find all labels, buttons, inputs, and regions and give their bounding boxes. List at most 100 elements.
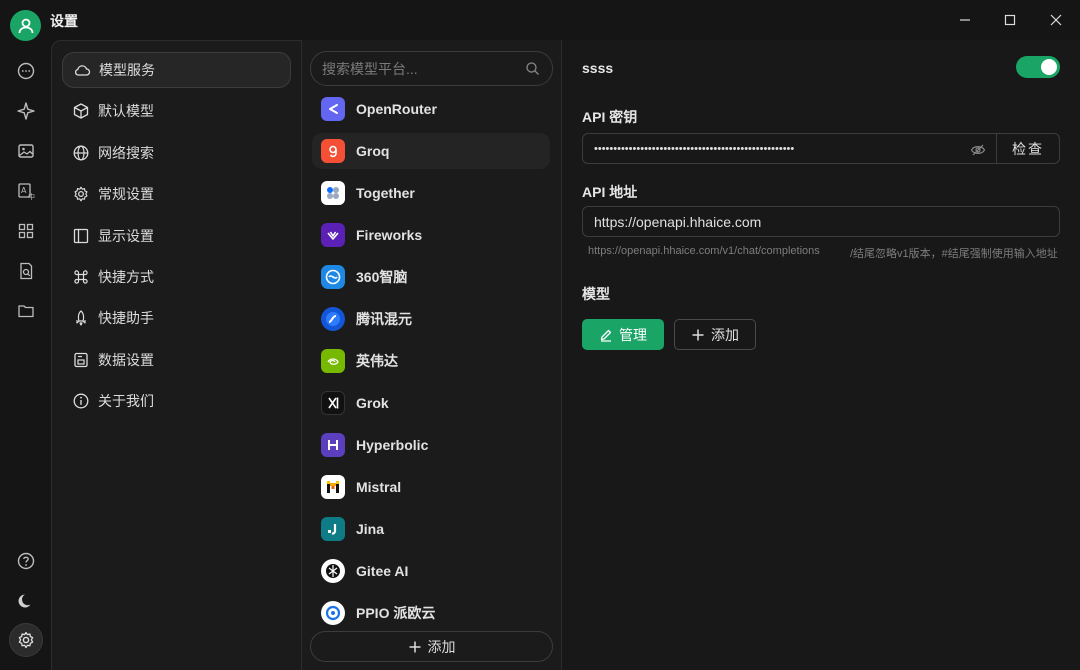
nav-item-data-settings[interactable]: 数据设置	[62, 342, 291, 378]
close-button[interactable]	[1041, 8, 1071, 32]
search-icon	[526, 62, 539, 75]
translate-icon: A中	[18, 183, 35, 201]
nav-item-label: 默认模型	[98, 103, 154, 119]
rail-paint-button[interactable]	[13, 138, 39, 164]
api-host-input[interactable]	[594, 213, 1059, 230]
provider-enable-toggle[interactable]	[1016, 56, 1060, 78]
maximize-icon	[1004, 14, 1016, 26]
settings-gear-icon	[18, 631, 34, 649]
provider-name: Hyperbolic	[356, 437, 429, 453]
title-bar: 设置	[0, 0, 1080, 41]
icon-rail: A中	[0, 40, 51, 670]
provider-item-nvidia[interactable]: 英伟达	[312, 343, 550, 379]
api-host-field[interactable]	[582, 206, 1060, 237]
minimize-button[interactable]	[950, 8, 980, 32]
add-model-label: 添加	[711, 326, 739, 343]
provider-item-hunyuan[interactable]: 腾讯混元	[312, 301, 550, 337]
provider-name: Jina	[356, 521, 385, 537]
provider-item-mistral[interactable]: Mistral	[312, 469, 550, 505]
rail-theme-button[interactable]	[13, 588, 39, 614]
rail-files-button[interactable]	[13, 298, 39, 324]
plus-icon	[409, 641, 420, 652]
svg-text:A: A	[21, 186, 27, 195]
nav-item-web-search[interactable]: 网络搜索	[62, 135, 291, 171]
rail-chat-button[interactable]	[13, 58, 39, 84]
provider-name: Grok	[356, 395, 389, 411]
eye-off-icon[interactable]	[970, 142, 986, 158]
rail-apps-button[interactable]	[13, 218, 39, 244]
plus-icon	[692, 329, 704, 340]
rail-help-button[interactable]	[13, 548, 39, 574]
add-provider-button[interactable]: 添加	[310, 631, 553, 662]
provider-item-ppio[interactable]: PPIO 派欧云	[312, 595, 550, 631]
rail-knowledge-button[interactable]	[13, 258, 39, 284]
command-icon	[74, 270, 88, 284]
provider-search[interactable]	[310, 51, 553, 86]
360-logo-icon	[321, 265, 345, 289]
rail-settings-button[interactable]	[9, 623, 43, 657]
provider-name: OpenRouter	[356, 101, 437, 117]
edit-icon	[600, 329, 612, 342]
nav-item-display-settings[interactable]: 显示设置	[62, 218, 291, 254]
provider-item-groq[interactable]: Groq	[312, 133, 550, 169]
api-host-label: API 地址	[582, 184, 638, 200]
check-api-key-button[interactable]: 检查	[996, 133, 1060, 164]
layout-icon	[73, 228, 89, 244]
help-icon	[17, 552, 35, 570]
apps-icon	[18, 223, 34, 239]
cube-icon	[73, 103, 89, 119]
provider-item-gitee[interactable]: Gitee AI	[312, 553, 550, 589]
nav-item-quick-assistant[interactable]: 快捷助手	[62, 300, 291, 336]
avatar[interactable]	[10, 10, 41, 41]
nav-item-default-model[interactable]: 默认模型	[62, 93, 291, 129]
provider-item-hyperbolic[interactable]: Hyperbolic	[312, 427, 550, 463]
provider-item-together[interactable]: Together	[312, 175, 550, 211]
hyperbolic-logo-icon	[321, 433, 345, 457]
provider-item-360[interactable]: 360智脑	[312, 259, 550, 295]
add-model-button[interactable]: 添加	[674, 319, 756, 350]
manage-models-button[interactable]: 管理	[582, 319, 664, 350]
provider-item-grok[interactable]: Grok	[312, 385, 550, 421]
nav-item-label: 网络搜索	[98, 145, 154, 161]
provider-title: ssss	[582, 60, 614, 76]
add-provider-label: 添加	[427, 638, 456, 655]
api-host-rules-hint: /结尾忽略v1版本，#结尾强制使用输入地址	[850, 248, 1058, 260]
gear-icon	[74, 186, 88, 202]
api-key-field[interactable]	[582, 133, 997, 164]
provider-item-openrouter[interactable]: OpenRouter	[312, 91, 550, 127]
nav-item-label: 模型服务	[99, 62, 155, 78]
openrouter-logo-icon	[321, 97, 345, 121]
nav-item-label: 快捷助手	[98, 310, 154, 326]
manage-label: 管理	[619, 326, 647, 343]
rocket-icon	[76, 310, 86, 326]
folder-icon	[18, 305, 34, 318]
window-title: 设置	[50, 13, 78, 29]
nav-item-about[interactable]: 关于我们	[62, 383, 291, 419]
close-icon	[1050, 14, 1062, 26]
image-icon	[18, 144, 34, 158]
provider-name: Together	[356, 185, 415, 201]
api-key-input[interactable]	[594, 142, 996, 155]
nav-item-general-settings[interactable]: 常规设置	[62, 176, 291, 212]
maximize-button[interactable]	[995, 8, 1025, 32]
provider-list-panel: OpenRouter Groq Together Fireworks 360智脑…	[301, 40, 561, 670]
rail-translate-button[interactable]: A中	[13, 178, 39, 204]
models-label: 模型	[582, 286, 610, 302]
chat-icon	[17, 62, 35, 80]
provider-item-fireworks[interactable]: Fireworks	[312, 217, 550, 253]
globe-icon	[73, 145, 89, 161]
jina-logo-icon	[321, 517, 345, 541]
provider-search-input[interactable]	[322, 60, 512, 77]
provider-name: 360智脑	[356, 269, 408, 285]
rail-agents-button[interactable]	[13, 98, 39, 124]
nav-item-label: 显示设置	[98, 228, 154, 244]
provider-name: 英伟达	[356, 353, 398, 369]
nav-item-shortcuts[interactable]: 快捷方式	[62, 259, 291, 295]
provider-detail-panel: ssss API 密钥 检查 API 地址 https://openapi.hh…	[561, 40, 1080, 670]
toggle-knob	[1041, 59, 1057, 75]
provider-name: Groq	[356, 143, 390, 159]
provider-item-jina[interactable]: Jina	[312, 511, 550, 547]
grok-logo-icon	[321, 391, 345, 415]
provider-name: Fireworks	[356, 227, 423, 243]
nav-item-model-service[interactable]: 模型服务	[62, 52, 291, 88]
